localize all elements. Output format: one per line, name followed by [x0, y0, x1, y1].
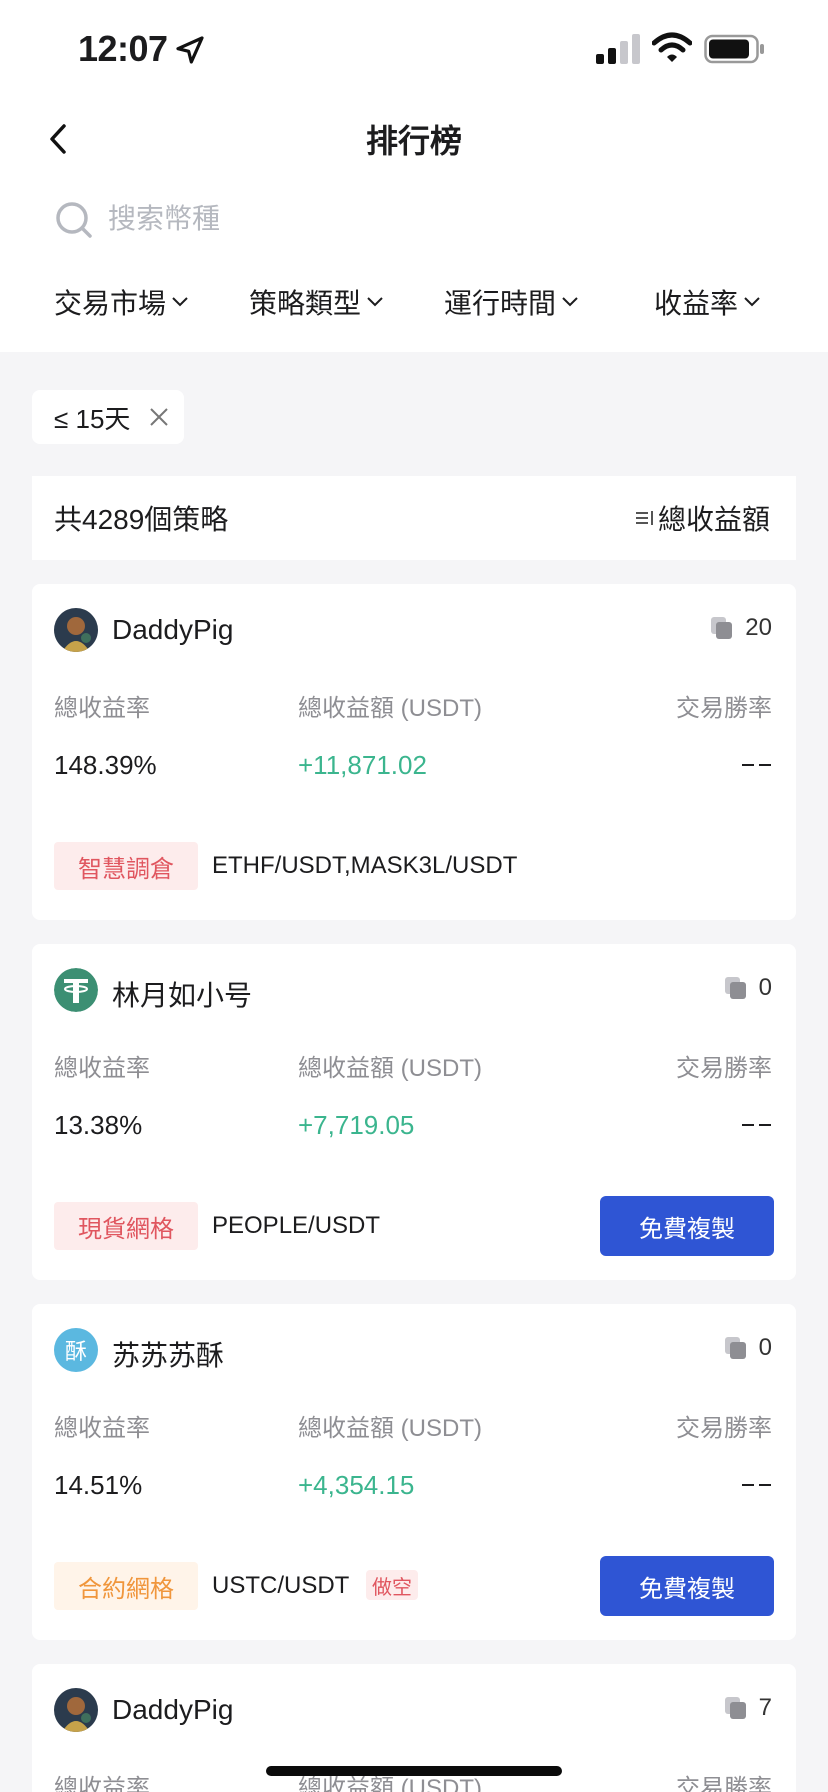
copy-count: 20 — [709, 614, 772, 642]
home-indicator[interactable] — [266, 1766, 562, 1776]
filter-label: 策略類型 — [249, 288, 362, 319]
strategy-type-tag: 合約網格 — [54, 1562, 198, 1610]
label-win-rate: 交易勝率 — [676, 1415, 772, 1442]
active-filter-label: ≤ 15天 — [54, 403, 131, 434]
label-total-amount: 總收益額 (USDT) — [298, 695, 482, 722]
filter-strategy-type[interactable]: 策略類型 — [249, 282, 385, 322]
copy-count-value: 0 — [758, 974, 772, 1001]
label-win-rate: 交易勝率 — [676, 695, 772, 722]
filter-run-time[interactable]: 運行時間 — [444, 282, 580, 322]
copy-count: 0 — [723, 974, 772, 1002]
label-win-rate: 交易勝率 — [676, 1055, 772, 1082]
location-arrow-icon — [176, 36, 204, 64]
sort-button[interactable]: 總收益額 — [634, 498, 770, 538]
strategy-card[interactable]: 林月如小号 0 總收益率 總收益額 (USDT) 交易勝率 13.38% +7,… — [32, 944, 796, 1280]
win-rate-value — [742, 1484, 772, 1496]
status-time: 12:07 — [78, 28, 168, 69]
search-bar[interactable] — [54, 196, 774, 244]
label-total-amount: 總收益額 (USDT) — [298, 1415, 482, 1442]
label-win-rate: 交易勝率 — [676, 1775, 772, 1792]
chevron-down-icon — [562, 297, 578, 307]
trading-pairs: ETHF/USDT,MASK3L/USDT — [212, 852, 518, 879]
total-amount-value: +4,354.15 — [298, 1470, 415, 1500]
total-rate-value: 148.39% — [54, 750, 157, 780]
filter-label: 運行時間 — [444, 288, 557, 319]
filter-trading-market[interactable]: 交易市場 — [54, 282, 190, 322]
avatar — [54, 968, 98, 1012]
strategy-type-tag: 現貨網格 — [54, 1202, 198, 1250]
total-rate-value: 13.38% — [54, 1110, 143, 1140]
copy-count: 7 — [723, 1694, 772, 1722]
label-total-rate: 總收益率 — [54, 1775, 150, 1792]
copy-count-value: 7 — [758, 1694, 772, 1721]
username: 林月如小号 — [112, 980, 253, 1011]
avatar-initial: 酥 — [64, 1339, 87, 1364]
search-input[interactable] — [108, 196, 708, 242]
sort-icon — [635, 511, 653, 525]
total-amount-value: +11,871.02 — [298, 750, 427, 780]
copy-icon — [711, 617, 733, 639]
copy-icon — [724, 1697, 746, 1719]
close-icon[interactable] — [148, 406, 170, 428]
label-total-rate: 總收益率 — [54, 695, 150, 722]
win-rate-value — [742, 1124, 772, 1136]
strategy-summary: 共4289個策略 總收益額 — [32, 476, 796, 560]
battery-icon — [704, 34, 764, 64]
filter-label: 交易市場 — [54, 288, 167, 319]
sort-label: 總收益額 — [657, 504, 770, 535]
label-total-amount: 總收益額 (USDT) — [298, 1055, 482, 1082]
free-copy-button[interactable]: 免費複製 — [600, 1196, 774, 1256]
avatar: 酥 — [54, 1328, 98, 1372]
label-total-rate: 總收益率 — [54, 1055, 150, 1082]
trading-pairs: PEOPLE/USDT — [212, 1212, 381, 1239]
username: DaddyPig — [112, 1694, 234, 1725]
total-amount-value: +7,719.05 — [298, 1110, 415, 1140]
chevron-down-icon — [744, 297, 760, 307]
chevron-down-icon — [367, 297, 383, 307]
search-icon — [56, 202, 92, 238]
copy-icon — [724, 1337, 746, 1359]
total-rate-value: 14.51% — [54, 1470, 143, 1500]
copy-count-value: 0 — [758, 1334, 772, 1361]
active-filter-chip: ≤ 15天 — [32, 390, 184, 444]
strategy-count: 共4289個策略 — [54, 504, 229, 535]
win-rate-value — [742, 764, 772, 776]
avatar — [54, 1688, 98, 1732]
copy-count-value: 20 — [745, 614, 772, 641]
strategy-card[interactable]: 酥 苏苏苏酥 0 總收益率 總收益額 (USDT) 交易勝率 14.51% +4… — [32, 1304, 796, 1640]
wifi-icon — [652, 32, 692, 62]
label-total-rate: 總收益率 — [54, 1415, 150, 1442]
strategy-card[interactable]: DaddyPig 20 總收益率 總收益額 (USDT) 交易勝率 148.39… — [32, 584, 796, 920]
filter-bar: 交易市場 策略類型 運行時間 收益率 — [0, 282, 828, 330]
username: DaddyPig — [112, 614, 234, 645]
status-bar: 12:07 — [0, 0, 828, 96]
filter-label: 收益率 — [654, 288, 739, 319]
avatar — [54, 608, 98, 652]
copy-count: 0 — [723, 1334, 772, 1362]
cellular-signal-icon — [596, 34, 640, 64]
short-position-tag: 做空 — [366, 1570, 418, 1600]
free-copy-button[interactable]: 免費複製 — [600, 1556, 774, 1616]
filter-yield-rate[interactable]: 收益率 — [654, 282, 762, 322]
strategy-type-tag: 智慧調倉 — [54, 842, 198, 890]
chevron-down-icon — [172, 297, 188, 307]
trading-pairs: USTC/USDT — [212, 1572, 350, 1599]
copy-icon — [724, 977, 746, 999]
nav-bar: 排行榜 — [0, 96, 828, 196]
page-title: 排行榜 — [365, 123, 462, 159]
username: 苏苏苏酥 — [112, 1340, 225, 1371]
